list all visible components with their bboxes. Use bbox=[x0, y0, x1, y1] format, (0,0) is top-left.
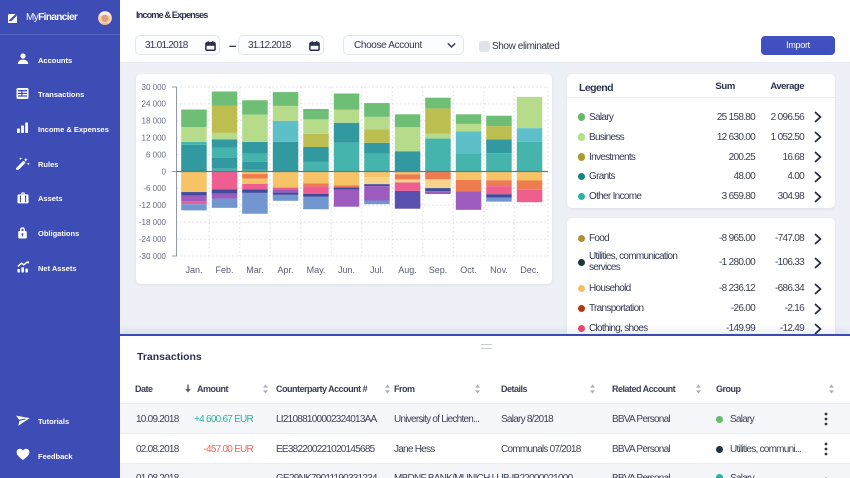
svg-text:Jun.: Jun. bbox=[338, 265, 355, 275]
svg-text:Mar.: Mar. bbox=[246, 265, 264, 275]
svg-text:6 000: 6 000 bbox=[146, 150, 167, 159]
svg-text:Dec.: Dec. bbox=[520, 265, 539, 275]
svg-text:-6 000: -6 000 bbox=[143, 184, 166, 193]
svg-text:Jul.: Jul. bbox=[370, 265, 384, 275]
svg-text:-24 000: -24 000 bbox=[139, 235, 167, 244]
svg-text:-18 000: -18 000 bbox=[139, 218, 167, 227]
svg-text:12 000: 12 000 bbox=[142, 134, 167, 143]
svg-text:Jan.: Jan. bbox=[185, 265, 202, 275]
svg-text:Oct.: Oct. bbox=[460, 265, 477, 275]
svg-text:30 000: 30 000 bbox=[142, 83, 167, 92]
svg-text:0: 0 bbox=[162, 167, 167, 176]
svg-text:Feb.: Feb. bbox=[215, 265, 233, 275]
svg-text:Nov.: Nov. bbox=[490, 265, 508, 275]
svg-text:May.: May. bbox=[307, 265, 326, 275]
svg-text:Apr.: Apr. bbox=[277, 265, 293, 275]
svg-text:24 000: 24 000 bbox=[142, 100, 167, 109]
svg-text:18 000: 18 000 bbox=[142, 117, 167, 126]
svg-text:-12 000: -12 000 bbox=[139, 201, 167, 210]
svg-text:Aug.: Aug. bbox=[398, 265, 417, 275]
svg-text:Sep.: Sep. bbox=[429, 265, 448, 275]
svg-text:-30 000: -30 000 bbox=[139, 252, 167, 261]
